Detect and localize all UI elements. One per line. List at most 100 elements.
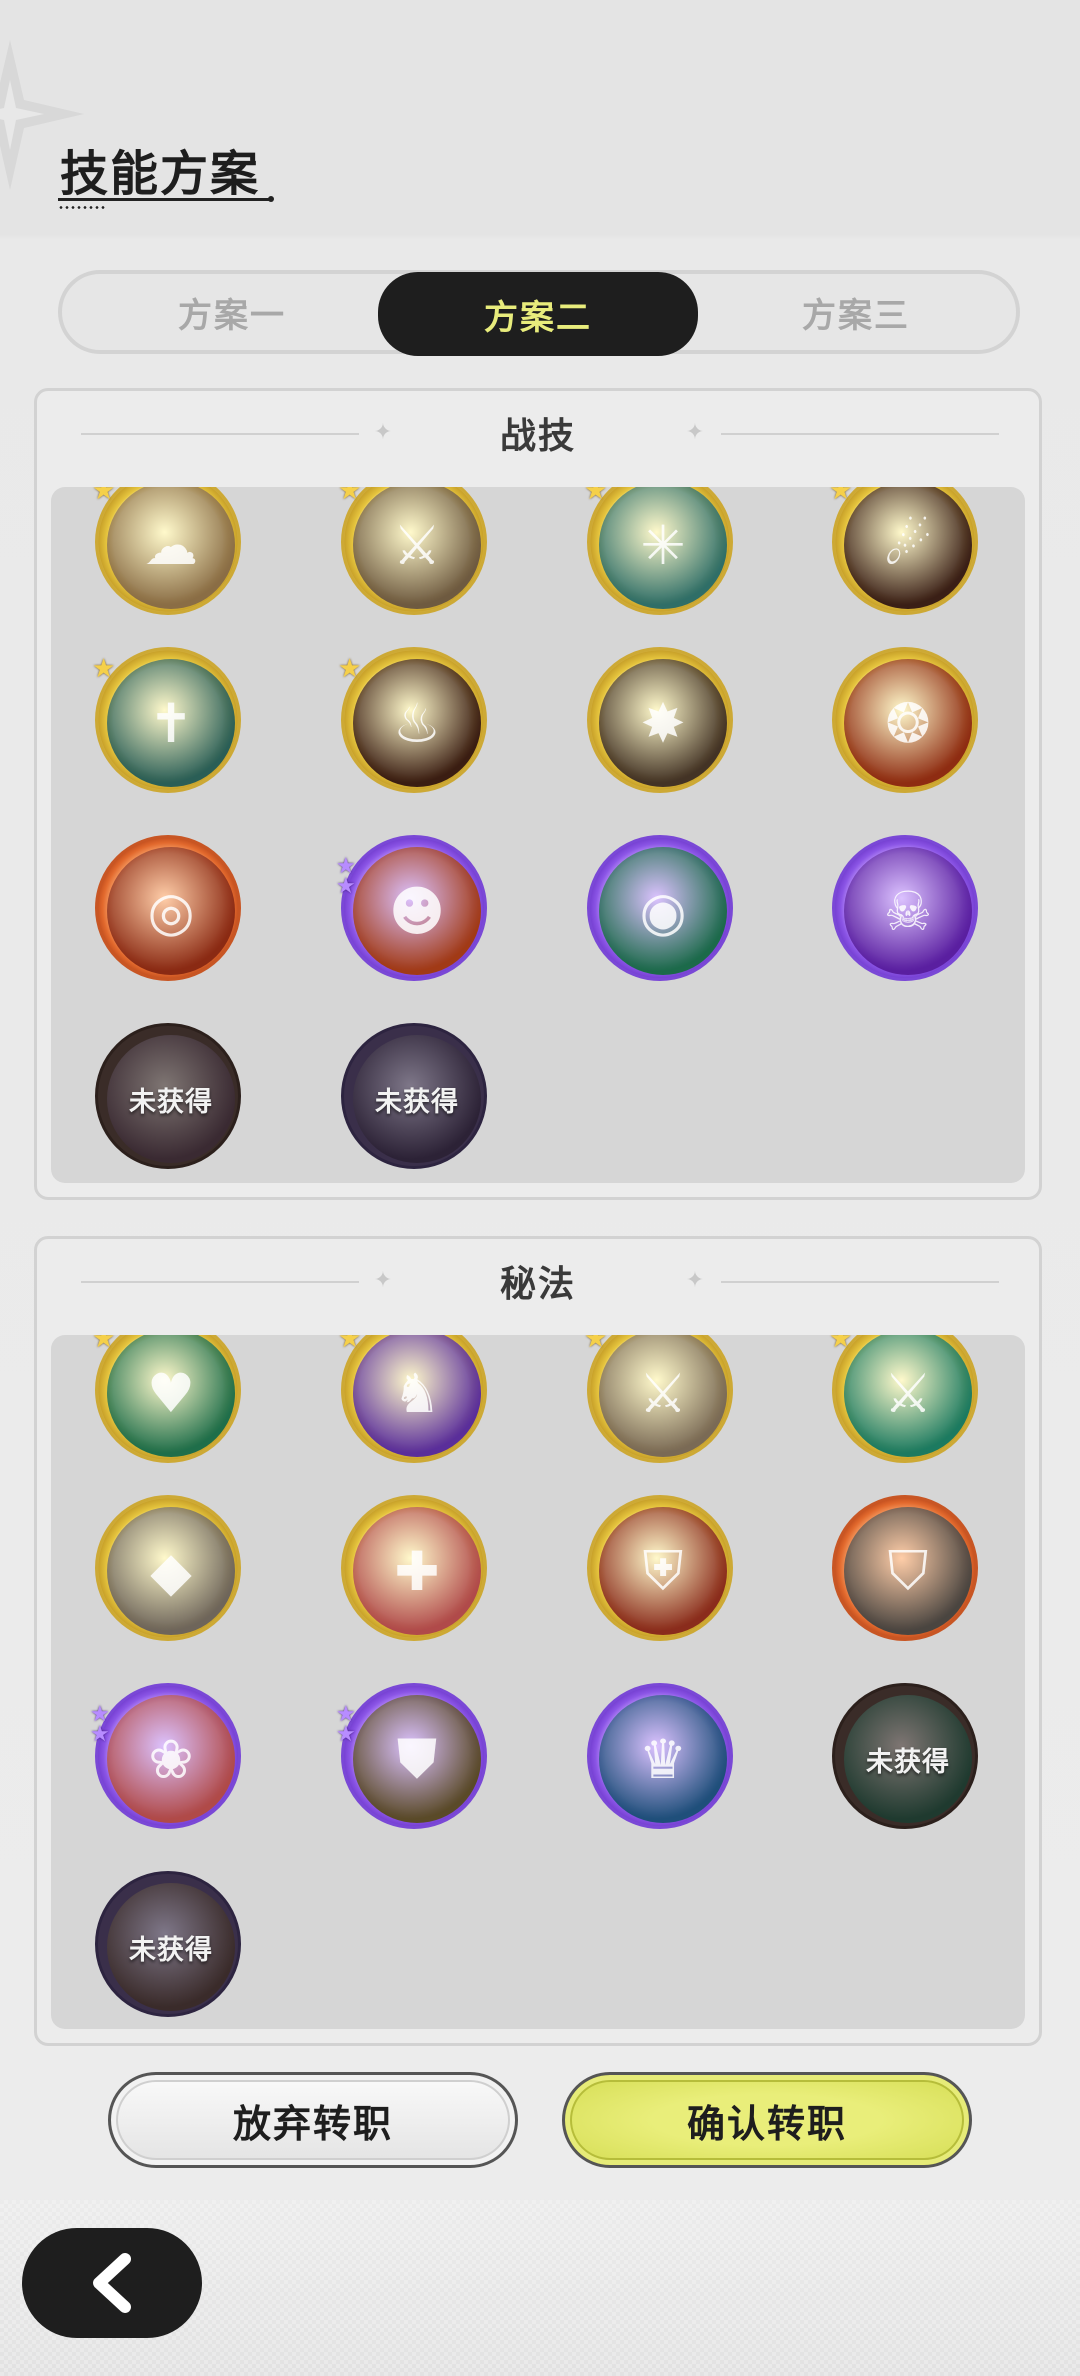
tab-plan-1[interactable]: 方案一	[72, 274, 392, 350]
skill-art: ◉	[599, 847, 727, 975]
skill-art: 未获得	[353, 1035, 481, 1163]
star-icon: ★	[829, 487, 853, 506]
unacquired-label: 未获得	[866, 1746, 950, 1778]
star-icon: ★	[92, 487, 116, 506]
green-sword-icon: ⚔	[883, 1361, 933, 1425]
star-icon: ★	[92, 1335, 116, 1354]
panel-header: ✦ 秘法 ✦	[37, 1239, 1039, 1329]
back-button[interactable]	[22, 2228, 202, 2338]
shield-guard-icon: ⛉	[887, 1539, 929, 1602]
skill-art: ♛	[599, 1695, 727, 1823]
skill-art: 未获得	[107, 1883, 235, 2011]
skill-art: ✚	[353, 1507, 481, 1635]
star-icon: ★	[338, 1335, 362, 1354]
skill-slot[interactable]: ☠	[832, 835, 978, 981]
spider-web-icon: ✳	[640, 513, 686, 577]
skill-art: 未获得	[107, 1035, 235, 1163]
title-dots	[58, 206, 106, 209]
fire-spirit-icon: ☻	[388, 879, 446, 943]
star-icon: ★	[584, 487, 608, 506]
art-slot[interactable]: ✚	[341, 1495, 487, 1641]
art-slot[interactable]: ♞ ★	[338, 1335, 487, 1463]
skill-slot[interactable]: ⚔ ★	[338, 487, 487, 615]
skill-art: ✳	[599, 487, 727, 609]
wind-vortex-icon: ◉	[639, 879, 687, 943]
skill-art: ⛨	[599, 1507, 727, 1635]
unacquired-label: 未获得	[129, 1086, 213, 1118]
confirm-class-change-button[interactable]: 确认转职	[562, 2072, 972, 2168]
page-title: 技能方案	[60, 146, 261, 202]
skill-slot[interactable]: ◎	[95, 835, 241, 981]
beast-claw-icon: ☁	[144, 513, 198, 577]
skill-slot[interactable]: ✝ ★	[92, 647, 241, 793]
art-slot[interactable]: ⛊ ★ ★	[336, 1683, 487, 1829]
star-icon: ★	[584, 1335, 608, 1354]
heart-heal-icon: ♥	[146, 1361, 196, 1425]
skill-slot[interactable]: ☁ ★	[92, 487, 241, 615]
skill-art: ✸	[599, 659, 727, 787]
skill-slot[interactable]: ◉	[587, 835, 733, 981]
art-slot[interactable]: ❀ ★ ★	[90, 1683, 241, 1829]
greatsword-icon: ✝	[148, 691, 194, 755]
wolf-icon: ♞	[392, 1361, 442, 1425]
crown-gem-icon: ♛	[638, 1727, 688, 1791]
skill-art: ☁	[107, 487, 235, 609]
art-slot[interactable]: ⛨	[587, 1495, 733, 1641]
skill-slot[interactable]: ♨ ★	[338, 647, 487, 793]
art-slot[interactable]: ⚔ ★	[829, 1335, 978, 1463]
divider-line	[721, 433, 999, 435]
sword-slash-icon: ⚔	[392, 513, 442, 577]
skill-slot[interactable]: ☄ ★	[829, 487, 978, 615]
sword-up-icon: ⚔	[638, 1361, 688, 1425]
star-icon: ★	[338, 654, 362, 684]
chevron-left-icon	[93, 2253, 131, 2313]
skill-art: 未获得	[844, 1695, 972, 1823]
skill-art: ⛉	[844, 1507, 972, 1635]
skill-slot[interactable]: 未获得	[95, 1023, 241, 1169]
skill-slot[interactable]: 未获得	[341, 1023, 487, 1169]
star-icon: ★	[829, 1335, 853, 1354]
skill-art: ♥	[107, 1335, 235, 1457]
art-slot[interactable]: ♛	[587, 1683, 733, 1829]
skill-slot[interactable]: ☻ ★ ★	[336, 835, 487, 981]
skill-art: ♨	[353, 659, 481, 787]
star-icon: ★	[336, 1722, 356, 1747]
fire-swirl-icon: ◎	[147, 879, 195, 943]
explosion-icon: ✸	[640, 691, 686, 755]
art-slot[interactable]: ♥ ★	[92, 1335, 241, 1463]
skill-art: ❀	[107, 1695, 235, 1823]
fire-slash-icon: ☄	[883, 513, 933, 577]
art-slot[interactable]: ◆	[95, 1495, 241, 1641]
skill-art: ☄	[844, 487, 972, 609]
unacquired-label: 未获得	[375, 1086, 459, 1118]
skill-art: ⚔	[599, 1335, 727, 1457]
art-slot[interactable]: 未获得	[832, 1683, 978, 1829]
battle-skills-panel: ✦ 战技 ✦ ☁ ★ ⚔ ★ ✳ ★ ☄ ★ ✝ ★ ♨ ★ ✸ ❂ ◎ ☻ ★ ★ ◉ ☠ 未获得 未获得	[34, 388, 1042, 1200]
tab-plan-2[interactable]: 方案二	[378, 272, 698, 356]
skill-art: ☠	[844, 847, 972, 975]
abandon-class-change-button[interactable]: 放弃转职	[108, 2072, 518, 2168]
sparkle-icon: ✦	[685, 420, 705, 445]
skill-slot[interactable]: ✸	[587, 647, 733, 793]
skill-art: ◆	[107, 1507, 235, 1635]
armor-icon: ⛨	[642, 1539, 684, 1602]
battle-skills-grid: ☁ ★ ⚔ ★ ✳ ★ ☄ ★ ✝ ★ ♨ ★ ✸ ❂ ◎ ☻ ★ ★ ◉ ☠ 未获得 未获得	[51, 487, 1025, 1183]
title-dot-end	[268, 196, 274, 202]
plan-tabs: 方案一 方案二 方案三	[58, 270, 1020, 356]
skill-art: ⛊	[353, 1695, 481, 1823]
art-slot[interactable]: 未获得	[95, 1871, 241, 2017]
skill-slot[interactable]: ✳ ★	[584, 487, 733, 615]
tab-plan-3[interactable]: 方案三	[696, 274, 1016, 350]
title-underline	[58, 198, 270, 201]
skill-slot[interactable]: ❂	[832, 647, 978, 793]
star-icon: ★	[92, 654, 116, 684]
unacquired-label: 未获得	[129, 1934, 213, 1966]
skill-art: ♞	[353, 1335, 481, 1457]
art-slot[interactable]: ⚔ ★	[584, 1335, 733, 1463]
skill-art: ❂	[844, 659, 972, 787]
blade-icon: ◆	[150, 1539, 192, 1603]
ghost-icon: ☠	[883, 879, 933, 943]
art-slot[interactable]: ⛉	[832, 1495, 978, 1641]
heal-sword-icon: ✚	[394, 1539, 440, 1603]
skill-art: ⚔	[353, 487, 481, 609]
